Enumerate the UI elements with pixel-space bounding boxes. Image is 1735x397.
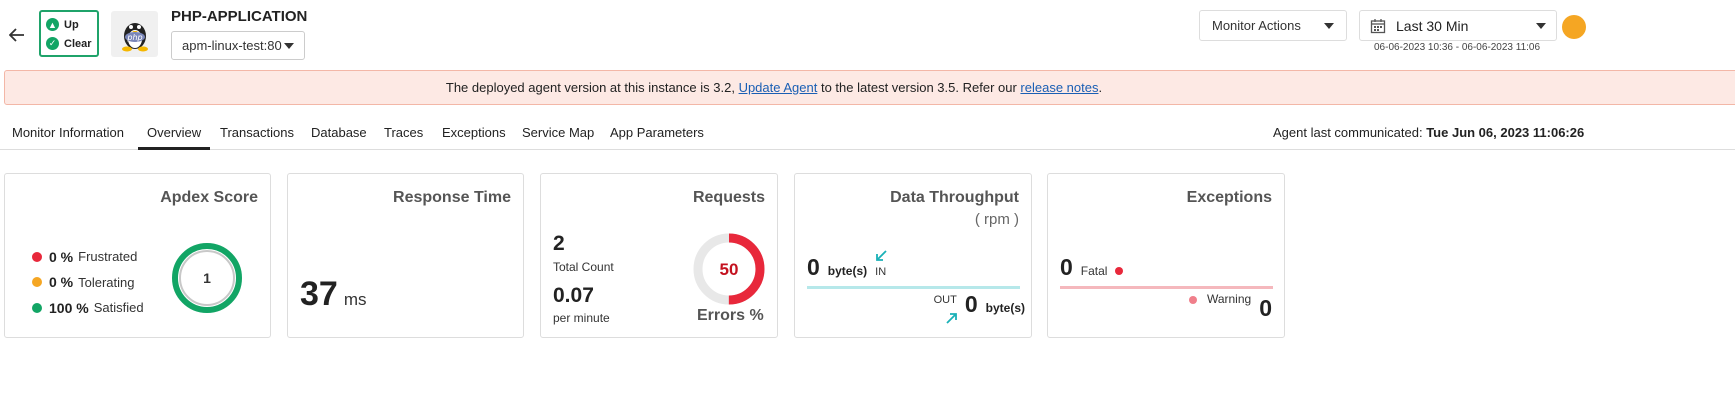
tab-database[interactable]: Database xyxy=(311,125,367,150)
tab-transactions[interactable]: Transactions xyxy=(220,125,294,150)
throughput-in-value: 0 xyxy=(807,254,820,280)
throughput-in: 0 byte(s) IN xyxy=(807,250,887,281)
tab-bar: Monitor Information Overview Transaction… xyxy=(0,116,1735,150)
status-up: ▲ Up xyxy=(46,15,92,34)
throughput-in-unit: byte(s) xyxy=(827,264,868,278)
time-range-text: 06-06-2023 10:36 - 06-06-2023 11:06 xyxy=(1374,42,1541,53)
tab-overview[interactable]: Overview xyxy=(138,125,211,150)
chevron-down-icon xyxy=(284,42,294,49)
response-time-value: 37 xyxy=(300,275,338,313)
chevron-down-icon xyxy=(1536,22,1546,29)
tab-service-map[interactable]: Service Map xyxy=(522,125,594,150)
frustrated-label: Frustrated xyxy=(78,249,138,265)
tab-traces[interactable]: Traces xyxy=(384,125,423,150)
request-rate-value: 0.07 xyxy=(553,284,594,307)
back-arrow-icon[interactable] xyxy=(6,24,28,46)
agent-comm-label: Agent last communicated: xyxy=(1273,125,1427,140)
red-dot-icon xyxy=(32,251,42,262)
legend-satisfied: 100 % Satisfied xyxy=(32,295,144,321)
total-count-label: Total Count xyxy=(553,260,614,274)
frustrated-value: 0 % xyxy=(49,248,74,265)
throughput-in-label: IN xyxy=(875,266,887,278)
calendar-icon xyxy=(1370,18,1386,34)
update-agent-link[interactable]: Update Agent xyxy=(739,80,818,95)
tolerating-label: Tolerating xyxy=(78,274,135,290)
legend-frustrated: 0 % Frustrated xyxy=(32,244,144,270)
throughput-out: OUT 0 byte(s) xyxy=(933,291,1025,324)
data-throughput-card[interactable]: Data Throughput ( rpm ) 0 byte(s) IN OUT… xyxy=(794,173,1032,338)
exceptions-card[interactable]: Exceptions 0 Fatal Warning 0 xyxy=(1047,173,1285,338)
monitor-actions-label: Monitor Actions xyxy=(1212,18,1301,33)
throughput-in-tag: IN xyxy=(875,250,887,278)
orange-dot-icon xyxy=(32,277,42,288)
request-rate-label: per minute xyxy=(553,311,610,325)
warning-value: 0 xyxy=(1259,295,1272,321)
agent-update-banner: The deployed agent version at this insta… xyxy=(4,70,1735,105)
php-linux-logo-icon: php xyxy=(111,11,158,57)
satisfied-label: Satisfied xyxy=(93,300,144,316)
monitor-actions-dropdown[interactable]: Monitor Actions xyxy=(1199,10,1347,41)
apdex-legend: 0 % Frustrated 0 % Tolerating 100 % Sati… xyxy=(32,244,144,321)
banner-text-middle: to the latest version 3.5. Refer our xyxy=(817,80,1021,95)
time-period-label: Last 30 Min xyxy=(1396,17,1469,34)
agent-comm-value: Tue Jun 06, 2023 11:06:26 xyxy=(1426,125,1585,140)
response-time-value-group: 37 ms xyxy=(300,275,367,314)
requests-card[interactable]: Requests 2 Total Count 0.07 per minute 5… xyxy=(540,173,778,338)
total-count-value: 2 xyxy=(553,232,565,255)
throughput-out-tag: OUT xyxy=(933,294,957,324)
instance-select-value: apm-linux-test:80 xyxy=(182,38,282,53)
arrow-in-icon xyxy=(876,250,887,261)
time-period-dropdown[interactable]: Last 30 Min xyxy=(1359,10,1557,41)
green-dot-icon xyxy=(32,302,42,313)
exceptions-fatal: 0 Fatal xyxy=(1060,254,1124,281)
apdex-gauge: 1 xyxy=(172,243,242,313)
response-time-card[interactable]: Response Time 37 ms xyxy=(287,173,524,338)
arrow-up-icon: ▲ xyxy=(46,18,59,31)
tab-exceptions[interactable]: Exceptions xyxy=(442,125,506,150)
exceptions-title: Exceptions xyxy=(1186,189,1272,206)
chevron-down-icon xyxy=(1324,22,1334,29)
status-clear: ✓ Clear xyxy=(46,34,92,53)
pink-dot-icon xyxy=(1188,296,1197,304)
throughput-title: Data Throughput xyxy=(890,189,1019,206)
status-badge: ▲ Up ✓ Clear xyxy=(39,10,99,57)
tab-app-parameters[interactable]: App Parameters xyxy=(610,125,704,150)
apdex-score-value: 1 xyxy=(203,270,211,286)
requests-title: Requests xyxy=(692,189,765,206)
exceptions-bar xyxy=(1060,286,1273,289)
arrow-out-icon xyxy=(945,313,957,324)
throughput-bar xyxy=(807,286,1020,289)
banner-text-suffix: . xyxy=(1098,80,1103,95)
legend-tolerating: 0 % Tolerating xyxy=(32,270,144,296)
satisfied-value: 100 % xyxy=(49,299,89,316)
response-time-unit: ms xyxy=(343,290,367,309)
errors-label: Errors % xyxy=(697,307,764,324)
status-up-label: Up xyxy=(64,18,79,31)
throughput-out-label: OUT xyxy=(933,294,957,306)
apdex-score-card[interactable]: Apdex Score 0 % Frustrated 0 % Toleratin… xyxy=(4,173,271,338)
throughput-out-unit: byte(s) xyxy=(985,301,1025,315)
apdex-title: Apdex Score xyxy=(160,189,258,206)
check-icon: ✓ xyxy=(46,37,59,50)
status-clear-label: Clear xyxy=(64,37,92,50)
svg-text:php: php xyxy=(126,33,142,42)
throughput-subtitle: ( rpm ) xyxy=(974,211,1019,228)
throughput-out-value: 0 xyxy=(964,291,978,317)
tab-monitor-information[interactable]: Monitor Information xyxy=(12,125,124,150)
exceptions-warning: Warning 0 xyxy=(1188,292,1272,322)
page-title: PHP-APPLICATION xyxy=(171,8,308,25)
errors-value: 50 xyxy=(720,260,739,279)
response-time-title: Response Time xyxy=(393,189,511,206)
agent-last-communicated: Agent last communicated: Tue Jun 06, 202… xyxy=(1273,125,1584,140)
fatal-value: 0 xyxy=(1060,254,1073,280)
release-notes-link[interactable]: release notes xyxy=(1020,80,1098,95)
tolerating-value: 0 % xyxy=(49,274,74,291)
banner-text-prefix: The deployed agent version at this insta… xyxy=(445,80,739,95)
fatal-label: Fatal xyxy=(1080,264,1108,278)
user-avatar-icon[interactable] xyxy=(1562,15,1586,39)
instance-select[interactable]: apm-linux-test:80 xyxy=(171,31,305,60)
errors-gauge: 50 xyxy=(693,233,765,305)
warning-label: Warning xyxy=(1206,292,1252,306)
red-dot-icon xyxy=(1115,267,1124,275)
